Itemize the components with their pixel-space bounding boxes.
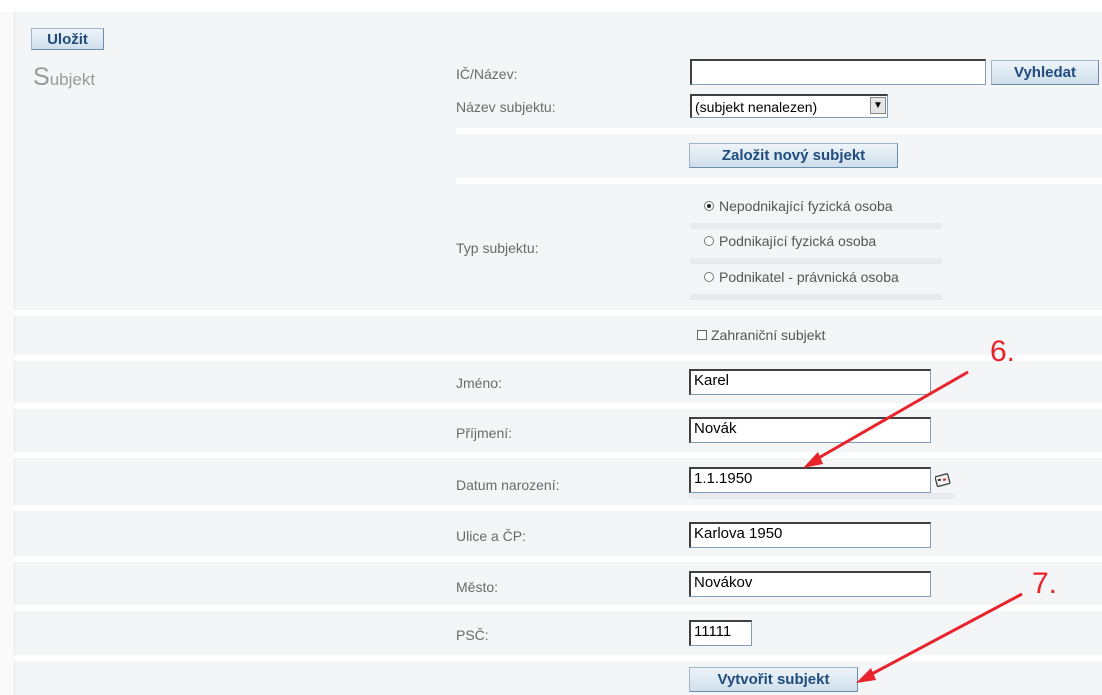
city-input[interactable]: Novákov	[689, 571, 931, 597]
step-7-annotation: 7.	[1032, 567, 1058, 600]
option-underline	[690, 258, 942, 264]
row-separator	[14, 403, 1102, 409]
option-underline	[690, 223, 942, 229]
row-separator	[456, 128, 1102, 134]
subject-name-label: Název subjektu:	[456, 99, 556, 115]
row-separator	[14, 310, 1102, 316]
birth-date-label: Datum narození:	[456, 477, 560, 493]
subject-type-option-label: Nepodnikající fyzická osoba	[719, 198, 893, 214]
street-label: Ulice a ČP:	[456, 528, 527, 544]
subject-type-label: Typ subjektu:	[456, 240, 539, 256]
create-new-subject-button[interactable]: Založit nový subjekt	[689, 143, 898, 168]
step-6-annotation: 6.	[990, 335, 1016, 368]
create-subject-button[interactable]: Vytvořit subjekt	[689, 667, 858, 692]
subject-name-select[interactable]: (subjekt nenalezen) ▼	[690, 94, 888, 118]
search-button[interactable]: Vyhledat	[991, 60, 1099, 85]
radio-icon[interactable]	[704, 236, 714, 246]
row-separator	[14, 556, 1102, 562]
chevron-down-icon[interactable]: ▼	[870, 97, 886, 114]
save-button[interactable]: Uložit	[31, 28, 104, 50]
search-label: IČ/Název:	[456, 66, 518, 82]
zip-label: PSČ:	[456, 627, 489, 643]
subject-type-option-legal[interactable]: Podnikatel - právnická osoba	[704, 269, 899, 285]
subject-type-option-natural-business[interactable]: Podnikající fyzická osoba	[704, 233, 876, 249]
row-separator	[14, 605, 1102, 611]
left-edge	[0, 12, 15, 695]
radio-icon[interactable]	[704, 272, 714, 282]
subject-type-option-label: Podnikatel - právnická osoba	[719, 269, 899, 285]
input-underline	[689, 493, 955, 499]
first-name-label: Jméno:	[456, 375, 502, 391]
section-title-rest: ubjekt	[49, 70, 96, 89]
row-separator	[14, 452, 1102, 458]
foreign-subject-label: Zahraniční subjekt	[711, 327, 826, 343]
subject-type-option-natural-non-business[interactable]: Nepodnikající fyzická osoba	[704, 198, 893, 214]
search-input[interactable]	[690, 59, 986, 85]
row-separator	[14, 505, 1102, 511]
row-separator	[456, 178, 1102, 184]
last-name-input[interactable]: Novák	[689, 417, 931, 443]
top-band	[0, 0, 1102, 12]
section-title-initial: S	[33, 63, 50, 91]
calendar-icon[interactable]	[935, 473, 951, 487]
street-input[interactable]: Karlova 1950	[689, 522, 931, 548]
checkbox-icon[interactable]	[697, 330, 707, 340]
subject-type-option-label: Podnikající fyzická osoba	[719, 233, 877, 249]
city-label: Město:	[456, 579, 499, 595]
form-background	[14, 12, 1102, 695]
zip-input[interactable]: 11111	[689, 620, 752, 646]
section-title: Subjekt	[33, 63, 95, 92]
birth-date-input[interactable]: 1.1.1950	[689, 467, 931, 493]
subject-name-selected: (subjekt nenalezen)	[695, 98, 818, 115]
row-separator	[14, 355, 1102, 361]
row-separator	[14, 655, 1102, 661]
first-name-input[interactable]: Karel	[689, 369, 931, 395]
foreign-subject-checkbox[interactable]: Zahraniční subjekt	[697, 327, 825, 343]
option-underline	[690, 294, 942, 300]
radio-selected-icon[interactable]	[704, 201, 714, 211]
last-name-label: Příjmení:	[456, 425, 513, 441]
